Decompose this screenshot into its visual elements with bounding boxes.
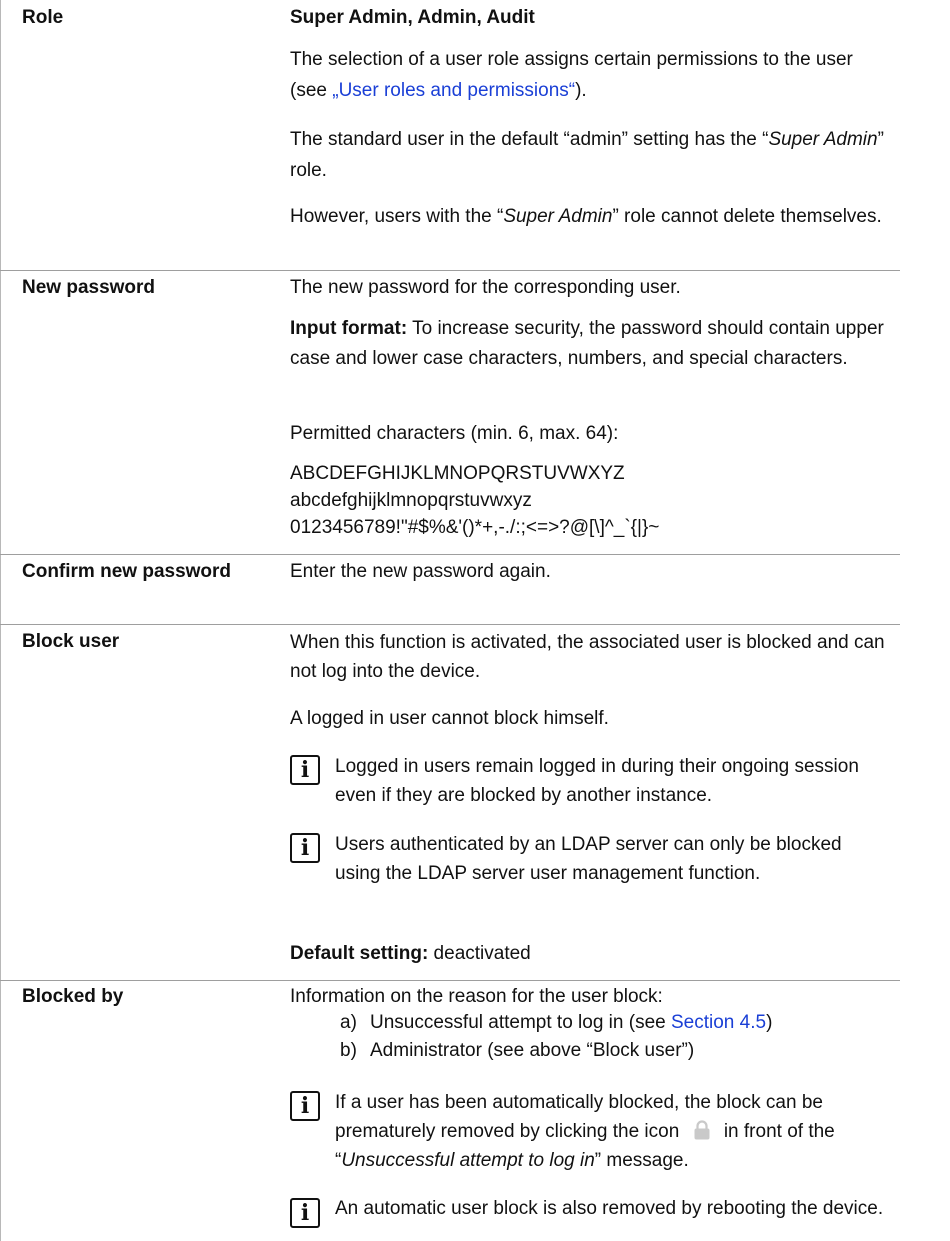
note-text: An automatic user block is also removed …: [335, 1198, 884, 1219]
term-block-user: Block user: [22, 631, 120, 652]
new-password-desc-2: Input format: To increase security, the …: [290, 314, 890, 374]
item-a-text: Unsuccessful attempt to log in (see: [370, 1012, 671, 1033]
row-separator: [0, 624, 900, 625]
role-value: Super Admin, Admin, Audit: [290, 7, 535, 28]
row-separator: [0, 270, 900, 271]
note-text-d: ” message.: [594, 1150, 689, 1171]
default-setting: Default setting: deactivated: [290, 940, 890, 968]
list-mark: b): [340, 1040, 357, 1061]
default-setting-label: Default setting:: [290, 943, 429, 964]
page-border: [0, 0, 1, 1241]
role-desc-3-a: However, users with the “: [290, 206, 504, 227]
role-desc-2-a: The standard user in the default “admin”…: [290, 129, 769, 150]
document-page: Role Super Admin, Admin, Audit The selec…: [0, 0, 950, 1241]
info-icon: i: [290, 755, 320, 785]
blocked-by-intro: Information on the reason for the user b…: [290, 986, 663, 1007]
role-desc-1-end: ).: [575, 80, 587, 101]
confirm-password-desc: Enter the new password again.: [290, 561, 551, 582]
new-password-desc-1: The new password for the corresponding u…: [290, 277, 681, 298]
chars-other: 0123456789!"#$%&'()*+,-./:;<=>?@[\]^_`{|…: [290, 517, 660, 538]
new-password-desc-3: Permitted characters (min. 6, max. 64):: [290, 423, 619, 444]
item-a-end: ): [766, 1012, 773, 1033]
note-text: Logged in users remain logged in during …: [335, 756, 859, 806]
row-separator: [0, 980, 900, 981]
role-desc-3-c: ” role cannot delete themselves.: [612, 206, 882, 227]
chars-lower: abcdefghijklmnopqrstuvwxyz: [290, 490, 532, 511]
block-user-desc-2: A logged in user cannot block himself.: [290, 708, 609, 729]
block-user-desc-1: When this function is activated, the ass…: [290, 632, 885, 682]
role-desc-2: The standard user in the default “admin”…: [290, 124, 890, 186]
chars-upper: ABCDEFGHIJKLMNOPQRSTUVWXYZ: [290, 463, 625, 484]
row-separator: [0, 554, 900, 555]
blocked-by-desc: Information on the reason for the user b…: [290, 983, 890, 1011]
link-section-4-5[interactable]: Section 4.5: [671, 1012, 766, 1033]
term-role: Role: [22, 7, 64, 28]
input-format-label: Input format:: [290, 318, 408, 339]
permitted-characters: ABCDEFGHIJKLMNOPQRSTUVWXYZ abcdefghijklm…: [290, 460, 890, 541]
info-icon: i: [290, 833, 320, 863]
list-mark: a): [340, 1012, 357, 1033]
role-desc-3-b: Super Admin: [503, 206, 613, 227]
term-confirm-password: Confirm new password: [22, 561, 232, 582]
list-text: Unsuccessful attempt to log in (see Sect…: [370, 1009, 772, 1037]
term-blocked-by: Blocked by: [22, 986, 124, 1007]
info-icon: i: [290, 1198, 320, 1228]
info-icon: i: [290, 1091, 320, 1121]
role-desc-3: However, users with the “Super Admin” ro…: [290, 201, 890, 232]
note-text-c: Unsuccessful attempt to log in: [341, 1150, 595, 1171]
role-desc-2-b: Super Admin: [768, 129, 878, 150]
list-text: Administrator (see above “Block user”): [370, 1040, 695, 1061]
role-values: Super Admin, Admin, Audit: [290, 4, 890, 32]
link-user-roles[interactable]: „User roles and permissions“: [332, 80, 575, 101]
note-text: Users authenticated by an LDAP server ca…: [335, 834, 842, 884]
default-setting-value: deactivated: [428, 943, 531, 964]
note-text: If a user has been automatically blocked…: [335, 1088, 890, 1175]
lock-icon[interactable]: [693, 1120, 711, 1140]
term-new-password: New password: [22, 277, 156, 298]
role-desc-1: The selection of a user role assigns cer…: [290, 44, 890, 106]
blocked-by-list: a) Unsuccessful attempt to log in (see S…: [290, 1009, 890, 1069]
